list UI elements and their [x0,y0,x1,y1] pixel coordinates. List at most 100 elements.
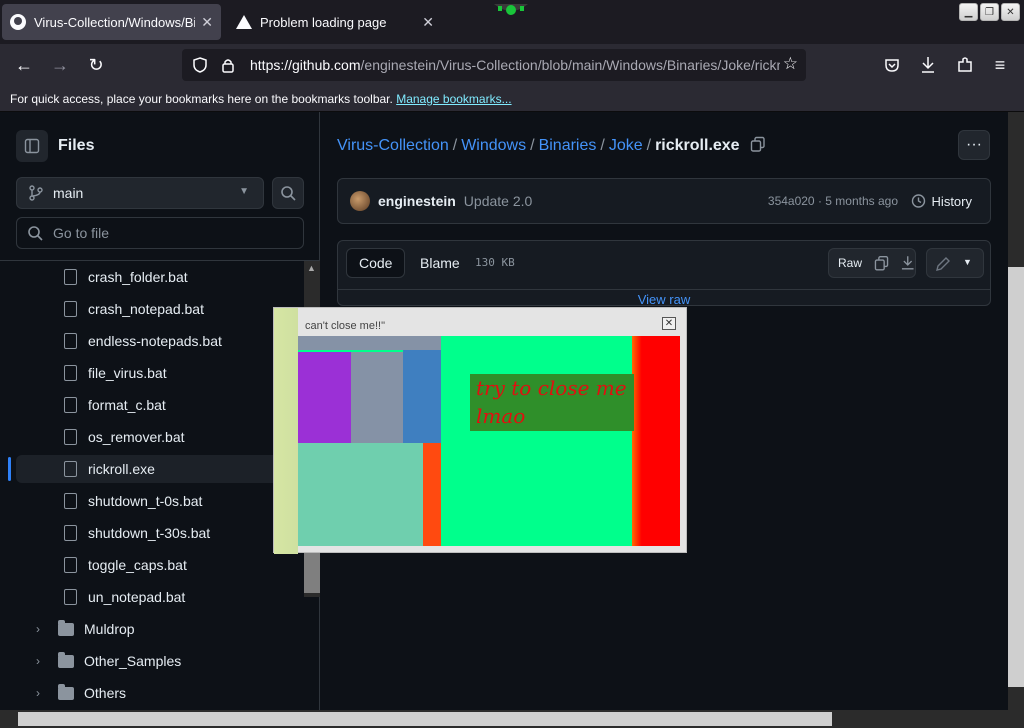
file-name: format_c.bat [88,397,166,413]
file-item[interactable]: un_notepad.bat [16,583,304,611]
warning-icon [236,15,252,29]
forward-arrow-icon[interactable]: → [48,53,72,77]
extensions-icon[interactable] [956,56,974,74]
file-name: os_remover.bat [88,429,185,445]
star-bookmark-icon[interactable]: ☆ [783,54,798,74]
file-icon [64,525,77,541]
horizontal-scrollbar[interactable] [0,710,1024,728]
file-size: 130 KB [475,256,515,269]
commit-author[interactable]: enginestein [378,193,456,209]
history-button[interactable]: History [910,193,972,209]
tab-blame[interactable]: Blame [408,248,472,278]
raw-button[interactable]: Raw [838,256,862,270]
file-name: shutdown_t-30s.bat [88,525,211,541]
collapse-sidebar-button[interactable] [16,130,48,162]
file-icon [64,589,77,605]
search-icon [281,186,296,201]
tab-github-rickroll[interactable]: Virus-Collection/Windows/Binaries/Joke/r… [2,4,221,40]
kebab-icon: ··· [966,136,982,153]
folder-item[interactable]: › Muldrop [16,615,304,643]
chevron-down-icon[interactable]: ▼ [963,257,972,267]
file-item[interactable]: crash_notepad.bat [16,295,304,323]
red-block [632,336,680,546]
github-icon [10,14,26,30]
reload-icon[interactable]: ↻ [84,53,108,77]
folder-item[interactable]: › Other_Samples [16,647,304,675]
manage-bookmarks-link[interactable]: Manage bookmarks... [396,92,511,106]
file-item[interactable]: os_remover.bat [16,423,304,451]
breadcrumb-repo[interactable]: Virus-Collection [337,137,449,154]
history-label: History [931,193,972,209]
hscroll-thumb[interactable] [18,712,832,726]
scroll-up-icon[interactable]: ▲ [307,263,316,273]
popup-left-strip [274,308,298,554]
breadcrumb-joke[interactable]: Joke [609,137,643,154]
breadcrumb-sep: / [530,137,535,154]
restore-button[interactable]: ❐ [980,3,999,21]
breadcrumb-binaries[interactable]: Binaries [539,137,597,154]
download-icon[interactable] [900,255,915,271]
blame-tab-label: Blame [420,255,460,271]
page-scroll-thumb[interactable] [1008,267,1024,687]
file-item[interactable]: shutdown_t-30s.bat [16,519,304,547]
more-options-button[interactable]: ··· [958,130,990,160]
folder-item[interactable]: › Others [16,679,304,707]
go-to-file-input[interactable]: Go to file [16,217,304,249]
lock-icon[interactable] [220,57,236,73]
browser-tab-bar: Virus-Collection/Windows/Binaries/Joke/r… [0,0,1024,44]
orange-block [423,443,441,546]
bookmarks-hint: For quick access, place your bookmarks h… [10,92,393,106]
page-scrollbar[interactable] [1008,112,1024,710]
breadcrumb-windows[interactable]: Windows [461,137,526,154]
back-arrow-icon[interactable]: ← [12,53,36,77]
joke-popup-window: can't close me!!" ✕ try to close me lmao [273,307,687,554]
file-icon [64,557,77,573]
purple-block [298,352,351,443]
minimize-button[interactable]: ▁ [959,3,978,21]
joke-line-1: try to close me [476,376,627,400]
commit-hash-time[interactable]: 354a020 · 5 months ago [768,194,898,208]
browser-nav-bar: ← → ↻ https://github.com/enginestein/Vir… [0,44,1024,86]
file-header: Code Blame 130 KB Raw ▼ View raw [337,240,991,307]
file-icon [64,269,77,285]
file-item[interactable]: format_c.bat [16,391,304,419]
edit-actions: ▼ [926,248,984,278]
download-icon[interactable] [920,56,936,74]
url-text[interactable]: https://github.com/enginestein/Virus-Col… [250,57,780,73]
avatar[interactable] [350,191,370,211]
tab-code[interactable]: Code [346,248,406,278]
hamburger-menu-icon[interactable]: ≡ [988,53,1012,77]
file-item-selected[interactable]: rickroll.exe [16,455,304,483]
file-item[interactable]: crash_folder.bat [16,263,304,291]
code-tab-label: Code [359,255,393,271]
close-tab-icon[interactable]: ✕ [201,14,213,31]
file-item[interactable]: file_virus.bat [16,359,304,387]
file-name: crash_notepad.bat [88,301,204,317]
close-tab-icon[interactable]: ✕ [422,14,434,31]
commit-message[interactable]: Update 2.0 [464,193,533,209]
file-icon [64,493,77,509]
copy-path-icon[interactable] [750,136,766,152]
file-item[interactable]: endless-notepads.bat [16,327,304,355]
breadcrumb-sep: / [452,137,458,154]
branch-selector[interactable]: main ▼ [16,177,264,209]
url-bar[interactable]: https://github.com/enginestein/Virus-Col… [182,49,806,81]
pocket-icon[interactable] [884,57,900,73]
copy-icon[interactable] [874,255,889,271]
tree-scroll-thumb[interactable] [304,553,320,593]
bookmarks-toolbar: For quick access, place your bookmarks h… [0,86,1024,112]
file-item[interactable]: toggle_caps.bat [16,551,304,579]
chevron-right-icon: › [36,622,40,636]
joke-text-box: try to close me lmao [470,374,634,431]
shield-icon[interactable] [192,57,208,73]
view-raw-link[interactable]: View raw [338,289,990,307]
folder-icon [58,651,74,668]
popup-close-button[interactable]: ✕ [662,317,676,330]
file-item[interactable]: shutdown_t-0s.bat [16,487,304,515]
tab-problem-loading[interactable]: Problem loading page ✕ [228,4,442,40]
blue-block [403,348,441,443]
teal-block [298,443,423,546]
pencil-icon[interactable] [935,256,951,272]
close-window-button[interactable]: ✕ [1001,3,1020,21]
search-button[interactable] [272,177,304,209]
